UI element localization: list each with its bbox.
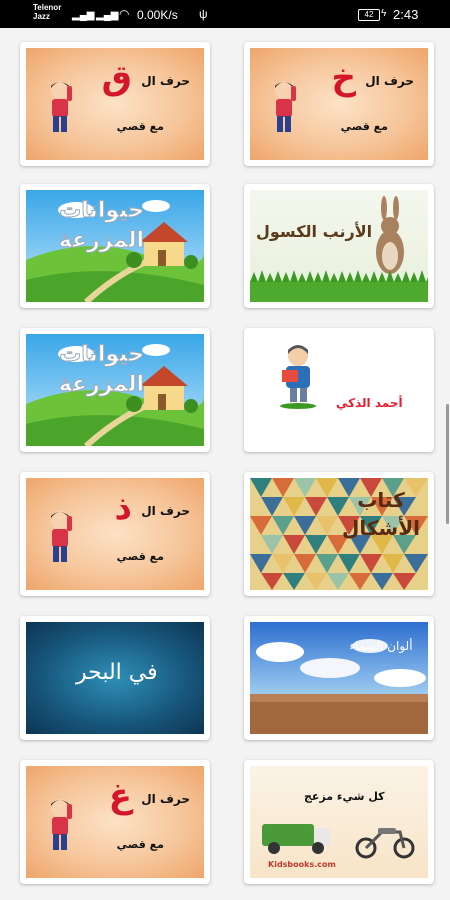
signal-icon: ▂▄▆ xyxy=(72,10,95,21)
book-title: ألوان السماء xyxy=(349,639,413,653)
letter-glyph: ذ xyxy=(114,488,132,528)
boy-character-icon xyxy=(51,799,72,850)
book-thumbnail: الأرنب الكسول xyxy=(250,190,428,302)
book-title: أحمد الذكي xyxy=(336,396,403,410)
book-thumbnail: حرف ال غ مع قصي xyxy=(26,766,204,878)
book-title: حرف ال xyxy=(141,74,190,88)
charging-icon: ϟ xyxy=(381,8,387,19)
book-card-thal[interactable]: حرف ال ذ مع قصي xyxy=(20,472,210,596)
clock: 2:43 xyxy=(393,7,419,22)
book-subtitle: مع قصي xyxy=(116,550,164,563)
book-card-farm-1[interactable]: حيوانات المزرعة xyxy=(20,184,210,308)
letter-glyph: ق xyxy=(101,58,132,98)
book-subtitle: مع قصي xyxy=(116,838,164,851)
book-thumbnail: كتاب الأشكال xyxy=(250,478,428,590)
carrier-line2: Jazz xyxy=(33,12,50,21)
book-card-qaf[interactable]: حرف ال ق مع قصي xyxy=(20,42,210,166)
status-bar: Telenor Jazz ▂▄▆ ▂▄▆ ◠ 0.00K/s ψ 42 ϟ 2:… xyxy=(0,0,450,28)
book-thumbnail: أحمد الذكي xyxy=(250,334,428,446)
book-thumbnail: كل شيء مزعج Kidsbooks.com xyxy=(250,766,428,878)
book-card-ahmed[interactable]: أحمد الذكي xyxy=(244,328,434,452)
publisher-logo: Kidsbooks.com xyxy=(268,860,336,869)
network-speed: 0.00K/s xyxy=(137,8,178,22)
book-thumbnail: في البحر xyxy=(26,622,204,734)
book-title: حيوانات المزرعة xyxy=(58,342,144,398)
carrier-line1: Telenor xyxy=(33,3,62,12)
book-card-sea[interactable]: في البحر xyxy=(20,616,210,740)
carrier-label: Telenor Jazz xyxy=(33,3,61,21)
book-card-kha[interactable]: حرف ال خ مع قصي xyxy=(244,42,434,166)
usb-icon: ψ xyxy=(199,7,208,21)
book-card-noisy[interactable]: كل شيء مزعج Kidsbooks.com xyxy=(244,760,434,884)
book-thumbnail: حيوانات المزرعة xyxy=(26,334,204,446)
book-card-farm-2[interactable]: حيوانات المزرعة xyxy=(20,328,210,452)
book-title: كتاب الأشكال xyxy=(342,488,420,540)
scrollbar[interactable] xyxy=(446,404,449,524)
letter-glyph: غ xyxy=(108,776,132,816)
book-title: في البحر xyxy=(76,660,158,685)
book-card-shapes[interactable]: كتاب الأشكال xyxy=(244,472,434,596)
book-title: حرف ال xyxy=(141,504,190,518)
book-title: حرف ال xyxy=(365,74,414,88)
book-title: حرف ال xyxy=(141,792,190,806)
book-subtitle: مع قصي xyxy=(340,120,388,133)
book-thumbnail: حرف ال ذ مع قصي xyxy=(26,478,204,590)
wifi-icon: ◠ xyxy=(119,7,130,21)
book-card-sky[interactable]: ألوان السماء xyxy=(244,616,434,740)
book-card-rabbit[interactable]: الأرنب الكسول xyxy=(244,184,434,308)
book-thumbnail: حرف ال ق مع قصي xyxy=(26,48,204,160)
book-title: الأرنب الكسول xyxy=(256,222,373,241)
book-thumbnail: حيوانات المزرعة xyxy=(26,190,204,302)
battery-icon: 42 xyxy=(358,9,380,21)
boy-character-icon xyxy=(51,511,72,562)
signal-icon-2: ▂▄▆ xyxy=(96,10,119,21)
book-subtitle: مع قصي xyxy=(116,120,164,133)
rabbit-scene-icon xyxy=(250,196,428,302)
reading-boy-icon xyxy=(280,345,316,409)
book-title: حيوانات المزرعة xyxy=(58,198,144,254)
letter-glyph: خ xyxy=(331,58,356,98)
boy-character-icon xyxy=(275,81,296,132)
book-thumbnail: ألوان السماء xyxy=(250,622,428,734)
book-thumbnail: حرف ال خ مع قصي xyxy=(250,48,428,160)
book-card-ghain[interactable]: حرف ال غ مع قصي xyxy=(20,760,210,884)
boy-character-icon xyxy=(51,81,72,132)
